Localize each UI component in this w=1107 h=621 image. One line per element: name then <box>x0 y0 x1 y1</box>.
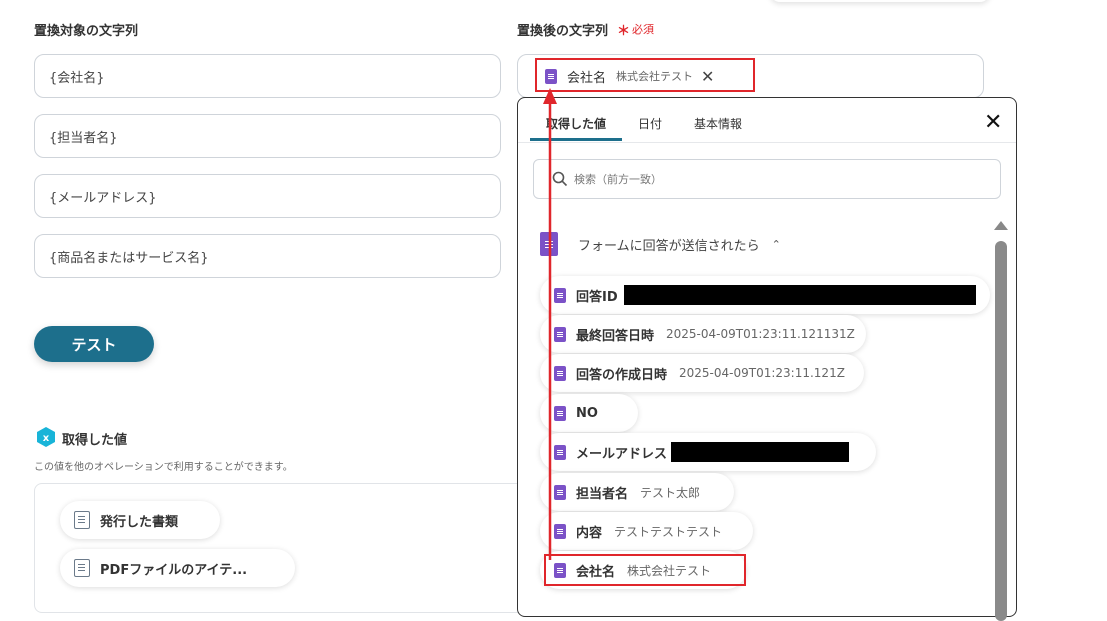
item-value: テストテストテスト <box>614 524 723 539</box>
section-header[interactable]: フォームに回答が送信されたら ⌃ <box>540 232 781 256</box>
redacted-value <box>623 285 976 305</box>
test-button[interactable]: テスト <box>34 326 154 362</box>
selected-item-highlight <box>544 554 746 586</box>
item-value: テスト太郎 <box>640 485 701 500</box>
acquired-values-icon: x <box>36 427 56 447</box>
acquired-item[interactable]: 発行した書類 <box>60 501 220 539</box>
replace-target-field-company[interactable]: {会社名} <box>34 54 501 98</box>
item-name: 内容 <box>576 525 603 541</box>
item-name: 最終回答日時 <box>576 328 655 344</box>
annotation-arrow <box>543 88 557 560</box>
item-name: メールアドレス <box>576 446 668 462</box>
replace-target-field-product[interactable]: {商品名またはサービス名} <box>34 234 501 278</box>
acquired-values-title: 取得した値 <box>62 433 128 448</box>
chevron-up-icon[interactable]: ⌃ <box>772 238 781 251</box>
close-icon[interactable]: ✕ <box>984 110 1002 135</box>
acquired-item-label: 発行した書類 <box>100 514 179 530</box>
svg-text:x: x <box>43 433 50 444</box>
search-box[interactable]: 検索（前方一致） <box>533 159 1001 199</box>
list-item[interactable]: 回答ID <box>540 276 990 314</box>
item-value: 2025-04-09T01:23:11.121Z <box>679 366 845 380</box>
acquired-item[interactable]: PDFファイルのアイテ... <box>60 549 295 587</box>
acquired-item-label: PDFファイルのアイテ... <box>100 562 248 578</box>
scrollbar-thumb[interactable] <box>995 241 1007 621</box>
item-value: 2025-04-09T01:23:11.121131Z <box>666 327 855 341</box>
replace-target-field-email[interactable]: {メールアドレス} <box>34 174 501 218</box>
list-item[interactable]: 回答の作成日時 2025-04-09T01:23:11.121Z <box>540 354 864 392</box>
document-icon <box>74 559 90 577</box>
tab-divider <box>518 142 1016 143</box>
required-mark: ＊ <box>617 24 631 39</box>
tab-basic-info[interactable]: 基本情報 <box>694 115 742 132</box>
list-item[interactable]: メールアドレス <box>540 433 876 471</box>
acquired-values-panel: 発行した書類 PDFファイルのアイテ... <box>34 483 554 613</box>
list-item[interactable]: 内容 テストテストテスト <box>540 512 753 550</box>
replacement-string-label: 置換後の文字列 <box>517 24 609 39</box>
search-placeholder: 検索（前方一致） <box>574 173 662 186</box>
document-icon <box>74 511 90 529</box>
acquired-values-description: この値を他のオペレーションで利用することができます。 <box>34 462 293 473</box>
required-text: 必須 <box>632 23 654 36</box>
item-name: NO <box>576 405 598 421</box>
item-name: 担当者名 <box>576 486 629 502</box>
scroll-up-arrow[interactable] <box>994 221 1008 230</box>
item-name: 回答ID <box>576 289 618 305</box>
target-string-label: 置換対象の文字列 <box>34 24 139 39</box>
tab-date[interactable]: 日付 <box>638 115 662 132</box>
section-title: フォームに回答が送信されたら <box>578 238 760 254</box>
item-name: 回答の作成日時 <box>576 367 668 383</box>
replace-target-field-person[interactable]: {担当者名} <box>34 114 501 158</box>
list-item[interactable]: 最終回答日時 2025-04-09T01:23:11.121131Z <box>540 315 866 353</box>
top-overlay-edge <box>770 0 990 2</box>
redacted-value <box>671 442 850 462</box>
